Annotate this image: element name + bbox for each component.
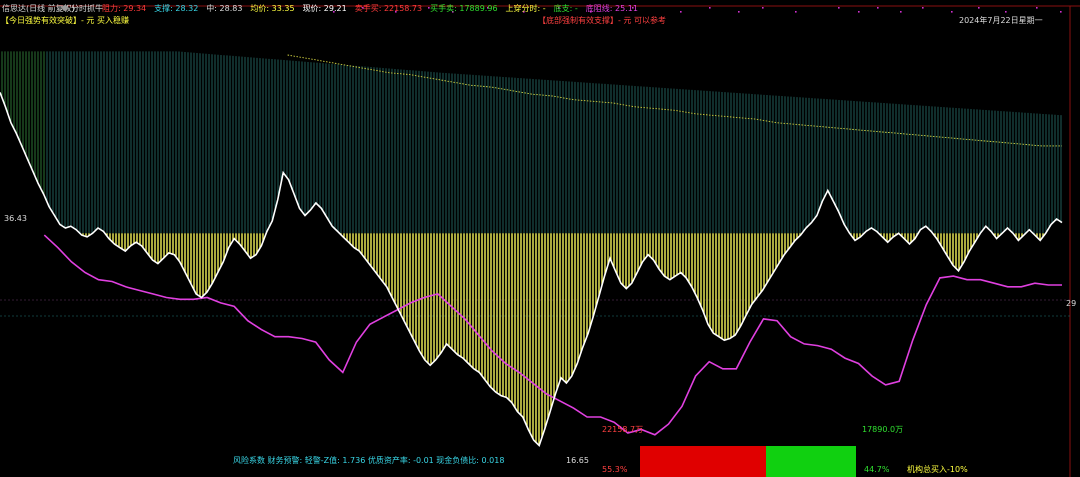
sell-ratio-block (640, 446, 766, 477)
signal-dot-19 (922, 7, 924, 9)
signal-dot-22 (1005, 11, 1007, 13)
date-label: 2024年7月22日星期一 (959, 15, 1043, 25)
risk-info-line: 风险系数 财务预警: 轻警-Z值: 1.736 优质资产率: -0.01 现金负… (233, 455, 504, 465)
buy-volume-value: 17890.0万 (862, 425, 903, 434)
header-field-4: 现价: 29.21 (303, 4, 347, 13)
buy-ratio-block (766, 446, 856, 477)
header-fields: 阻力: 29.34 支撑: 28.32 中: 28.83 均价: 33.35 现价: 2… (102, 3, 638, 13)
support-note: 【底部强制有效支撑】- 元 可以参考 (538, 15, 666, 25)
signal-dot-16 (858, 11, 860, 13)
chart-canvas: 信思达(日线 前复权) 分时抓牛 阻力: 29.34 支撑: 28.32 中: 28… (0, 0, 1080, 477)
signal-dot-13 (762, 7, 764, 9)
signal-dot-18 (900, 11, 902, 13)
header-field-5: 卖手买: 22158.73 (355, 3, 422, 13)
signal-dot-17 (877, 7, 879, 9)
header-field-7: 上穿分时: - (506, 3, 546, 13)
header-field-0: 阻力: 29.34 (102, 3, 146, 13)
signal-dot-21 (978, 7, 980, 9)
header-field-8: 底支: - (554, 3, 578, 13)
signal-dot-23 (1036, 7, 1038, 9)
header-field-6: 买手卖: 17889.96 (430, 3, 497, 13)
sell-ratio-label: 55.3% (602, 465, 628, 474)
signal-dot-15 (838, 7, 840, 9)
header-field-9: 底阻线: 25.11 (586, 3, 638, 13)
indicator-name: 分时抓牛 (71, 3, 103, 13)
sell-volume-value: 22158.7万 (602, 425, 643, 434)
indicator-toggle-icon[interactable] (62, 5, 68, 11)
header-field-1: 支撑: 28.32 (154, 3, 198, 13)
header-field-3: 均价: 33.35 (250, 3, 294, 13)
price-label-right: 29 (1066, 299, 1076, 308)
price-label-left: 36.43 (4, 214, 27, 223)
signal-dot-14 (795, 11, 797, 13)
signal-dot-20 (951, 11, 953, 13)
institution-buy-label: 机构总买入-10% (907, 464, 968, 474)
signal-dot-11 (709, 7, 711, 9)
signal-dot-10 (680, 11, 682, 13)
breakout-note: 【今日强势有效突破】- 元 买入稳赚 (1, 15, 129, 25)
signal-dot-12 (738, 11, 740, 13)
header-field-2: 中: 28.83 (206, 3, 242, 13)
signal-dot-24 (1060, 11, 1062, 13)
low-price-label: 16.65 (566, 456, 589, 465)
buy-ratio-label: 44.7% (864, 465, 890, 474)
